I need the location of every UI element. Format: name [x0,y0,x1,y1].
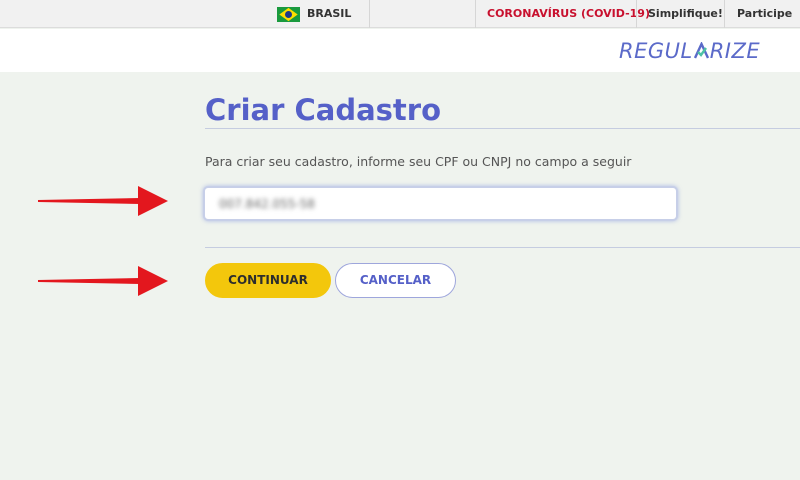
page-title: Criar Cadastro [205,93,442,127]
cancel-button[interactable]: CANCELAR [335,263,456,298]
site-header: REGUL RIZE [0,29,800,72]
covid-link[interactable]: CORONAVÍRUS (COVID-19) [487,0,650,28]
participe-link[interactable]: Participe [737,0,792,28]
red-arrow-icon [38,266,168,296]
logo-text-left: REGUL [619,39,693,63]
logo-text-right: RIZE [709,39,761,63]
instruction-text: Para criar seu cadastro, informe seu CPF… [205,154,632,169]
divider [205,128,800,129]
cpf-cnpj-value: 007.842.055-58 [219,197,315,211]
divider [205,247,800,248]
gov-top-bar: BRASIL CORONAVÍRUS (COVID-19) Simplifiqu… [0,0,800,28]
simplifique-link[interactable]: Simplifique! [648,0,723,28]
regularize-logo[interactable]: REGUL RIZE [619,39,760,63]
continue-button[interactable]: CONTINUAR [205,263,331,298]
cpf-cnpj-input[interactable]: 007.842.055-58 [203,186,678,221]
country-link[interactable]: BRASIL [307,0,351,28]
logo-check-icon [693,42,709,59]
red-arrow-icon [38,186,168,216]
brazil-flag-icon [277,7,300,22]
